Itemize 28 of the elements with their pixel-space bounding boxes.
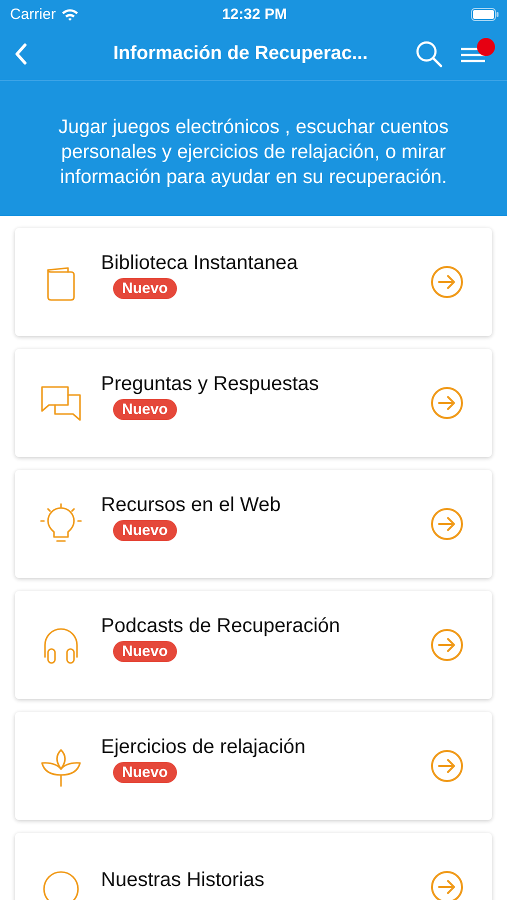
- battery-icon: [470, 8, 499, 20]
- menu-card[interactable]: Biblioteca Instantanea Nuevo: [15, 228, 492, 336]
- status-time: 12:32 PM: [222, 6, 288, 22]
- intro-text: Jugar juegos electrónicos , escuchar cuentos personales y ejercicios de relajación, o mirar información para ayudar en su recuperación.: [57, 115, 450, 190]
- new-badge: Nuevo: [113, 278, 177, 298]
- wifi-icon: [60, 8, 79, 20]
- card-title: Ejercicios de relajación: [101, 736, 306, 758]
- arrow-circle-icon: [430, 749, 464, 783]
- arrow-circle-icon: [430, 386, 464, 420]
- arrow-circle-icon: [430, 265, 464, 299]
- menu-card[interactable]: Recursos en el Web Nuevo: [15, 470, 492, 578]
- carrier-name: Carrier: [10, 6, 56, 22]
- menu-card[interactable]: Ejercicios de relajación Nuevo: [15, 712, 492, 820]
- arrow-circle-icon: [430, 628, 464, 662]
- card-title: Nuestras Historias: [101, 869, 264, 891]
- card-title: Biblioteca Instantanea: [101, 252, 298, 274]
- card-title: Podcasts de Recuperación: [101, 614, 340, 636]
- new-badge: Nuevo: [113, 762, 177, 782]
- card-title: Recursos en el Web: [101, 494, 281, 516]
- new-badge: Nuevo: [113, 398, 177, 420]
- arrow-circle-icon: [430, 507, 464, 541]
- menu-card[interactable]: Podcasts de Recuperación Nuevo: [15, 591, 492, 699]
- card-title: Preguntas y Respuestas: [101, 372, 319, 394]
- menu-card[interactable]: Nuestras Historias: [15, 833, 492, 900]
- screen-title: Información de Recuperac...: [112, 43, 369, 65]
- new-badge: Nuevo: [113, 640, 177, 662]
- new-badge: Nuevo: [113, 520, 177, 540]
- menu-card[interactable]: Preguntas y Respuestas Nuevo: [15, 349, 492, 457]
